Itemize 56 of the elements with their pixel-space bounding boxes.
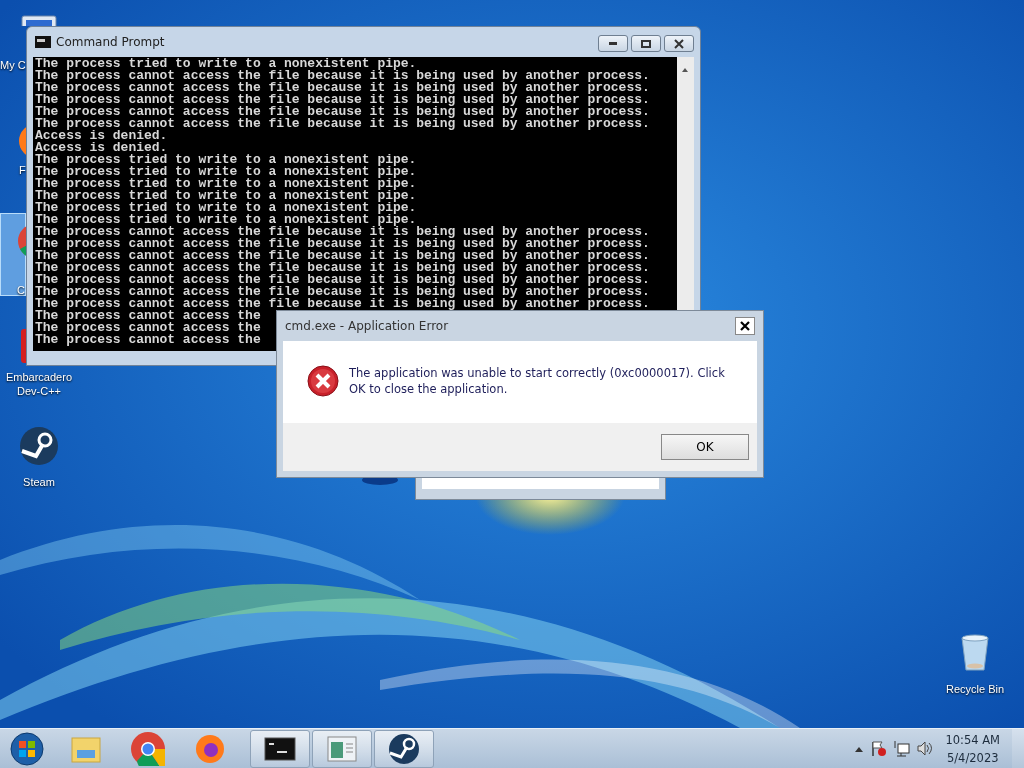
browser-icon (131, 731, 165, 766)
console-line: The process cannot access the file because it is being used by another process. (35, 286, 650, 298)
windows-logo-icon (10, 731, 44, 766)
steam-icon (387, 731, 421, 766)
close-button[interactable] (664, 35, 694, 52)
console-line: The process tried to write to a nonexistent pipe. (35, 190, 417, 202)
date-text: 5/4/2023 (945, 749, 1000, 767)
steam-icon[interactable] (18, 425, 60, 467)
console-line: Access is denied. (35, 130, 168, 142)
flag-icon[interactable] (870, 740, 888, 757)
time-text: 10:54 AM (945, 731, 1000, 749)
console-line: The process tried to write to a nonexistent pipe. (35, 166, 417, 178)
console-line: The process cannot access the (35, 322, 261, 334)
console-line: The process cannot access the file because it is being used by another process. (35, 238, 650, 250)
error-icon (307, 365, 339, 397)
console-line: Access is denied. (35, 142, 168, 154)
error-message: The application was unable to start correctly (0xc0000017). Click OK to close the application. (349, 365, 726, 397)
maximize-icon (641, 39, 651, 48)
console-line: The process cannot access the file because it is being used by another process. (35, 82, 650, 94)
close-icon (739, 320, 751, 332)
close-button[interactable] (735, 317, 755, 335)
console-line: The process cannot access the file because it is being used by another process. (35, 94, 650, 106)
minimize-button[interactable] (598, 35, 628, 52)
console-line: The process cannot access the file because it is being used by another process. (35, 274, 650, 286)
dialog-title: cmd.exe - Application Error (285, 318, 449, 335)
console-line: The process cannot access the file because it is being used by another process. (35, 262, 650, 274)
console-line: The process tried to write to a nonexistent pipe. (35, 178, 417, 190)
taskbar-icon[interactable] (250, 729, 310, 768)
icon-label: Steam (22, 475, 56, 490)
console-line: The process cannot access the (35, 310, 261, 322)
console-line: The process cannot access the file because it is being used by another process. (35, 250, 650, 262)
icon-label: Recycle Bin (944, 682, 1006, 697)
ok-button[interactable]: OK (661, 434, 749, 460)
console-line: The process cannot access the file because it is being used by another process. (35, 298, 650, 310)
console-line: The process tried to write to a nonexistent pipe. (35, 214, 417, 226)
network-icon[interactable] (893, 740, 911, 757)
console-line: The process cannot access the file because it is being used by another process. (35, 226, 650, 238)
console-line: The process tried to write to a nonexistent pipe. (35, 202, 417, 214)
console-line: The process cannot access the file because it is being used by another process. (35, 70, 650, 82)
console-line: The process cannot access the file because it is being used by another process. (35, 106, 650, 118)
maximize-button[interactable] (631, 35, 661, 52)
console-line: The process tried to write to a nonexistent pipe. (35, 58, 417, 70)
console-icon (35, 35, 51, 48)
volume-icon[interactable] (916, 740, 934, 757)
window-title: Command Prompt (56, 33, 165, 51)
console-line: The process tried to write to a nonexistent pipe. (35, 154, 417, 166)
taskbar-icon[interactable] (374, 729, 434, 768)
minimize-icon (609, 42, 617, 45)
icon-label: C (17, 283, 25, 298)
icon-label: Embarcadero Dev-C++ (4, 370, 73, 399)
close-icon (674, 38, 684, 49)
clock[interactable]: 10:54 AM 5/4/2023 (945, 730, 1000, 767)
icon-label: F (19, 163, 26, 178)
console-line: The process cannot access the file because it is being used by another process. (35, 118, 650, 130)
console-line: The process cannot access the (35, 334, 261, 346)
icon-label: My C (0, 58, 26, 73)
